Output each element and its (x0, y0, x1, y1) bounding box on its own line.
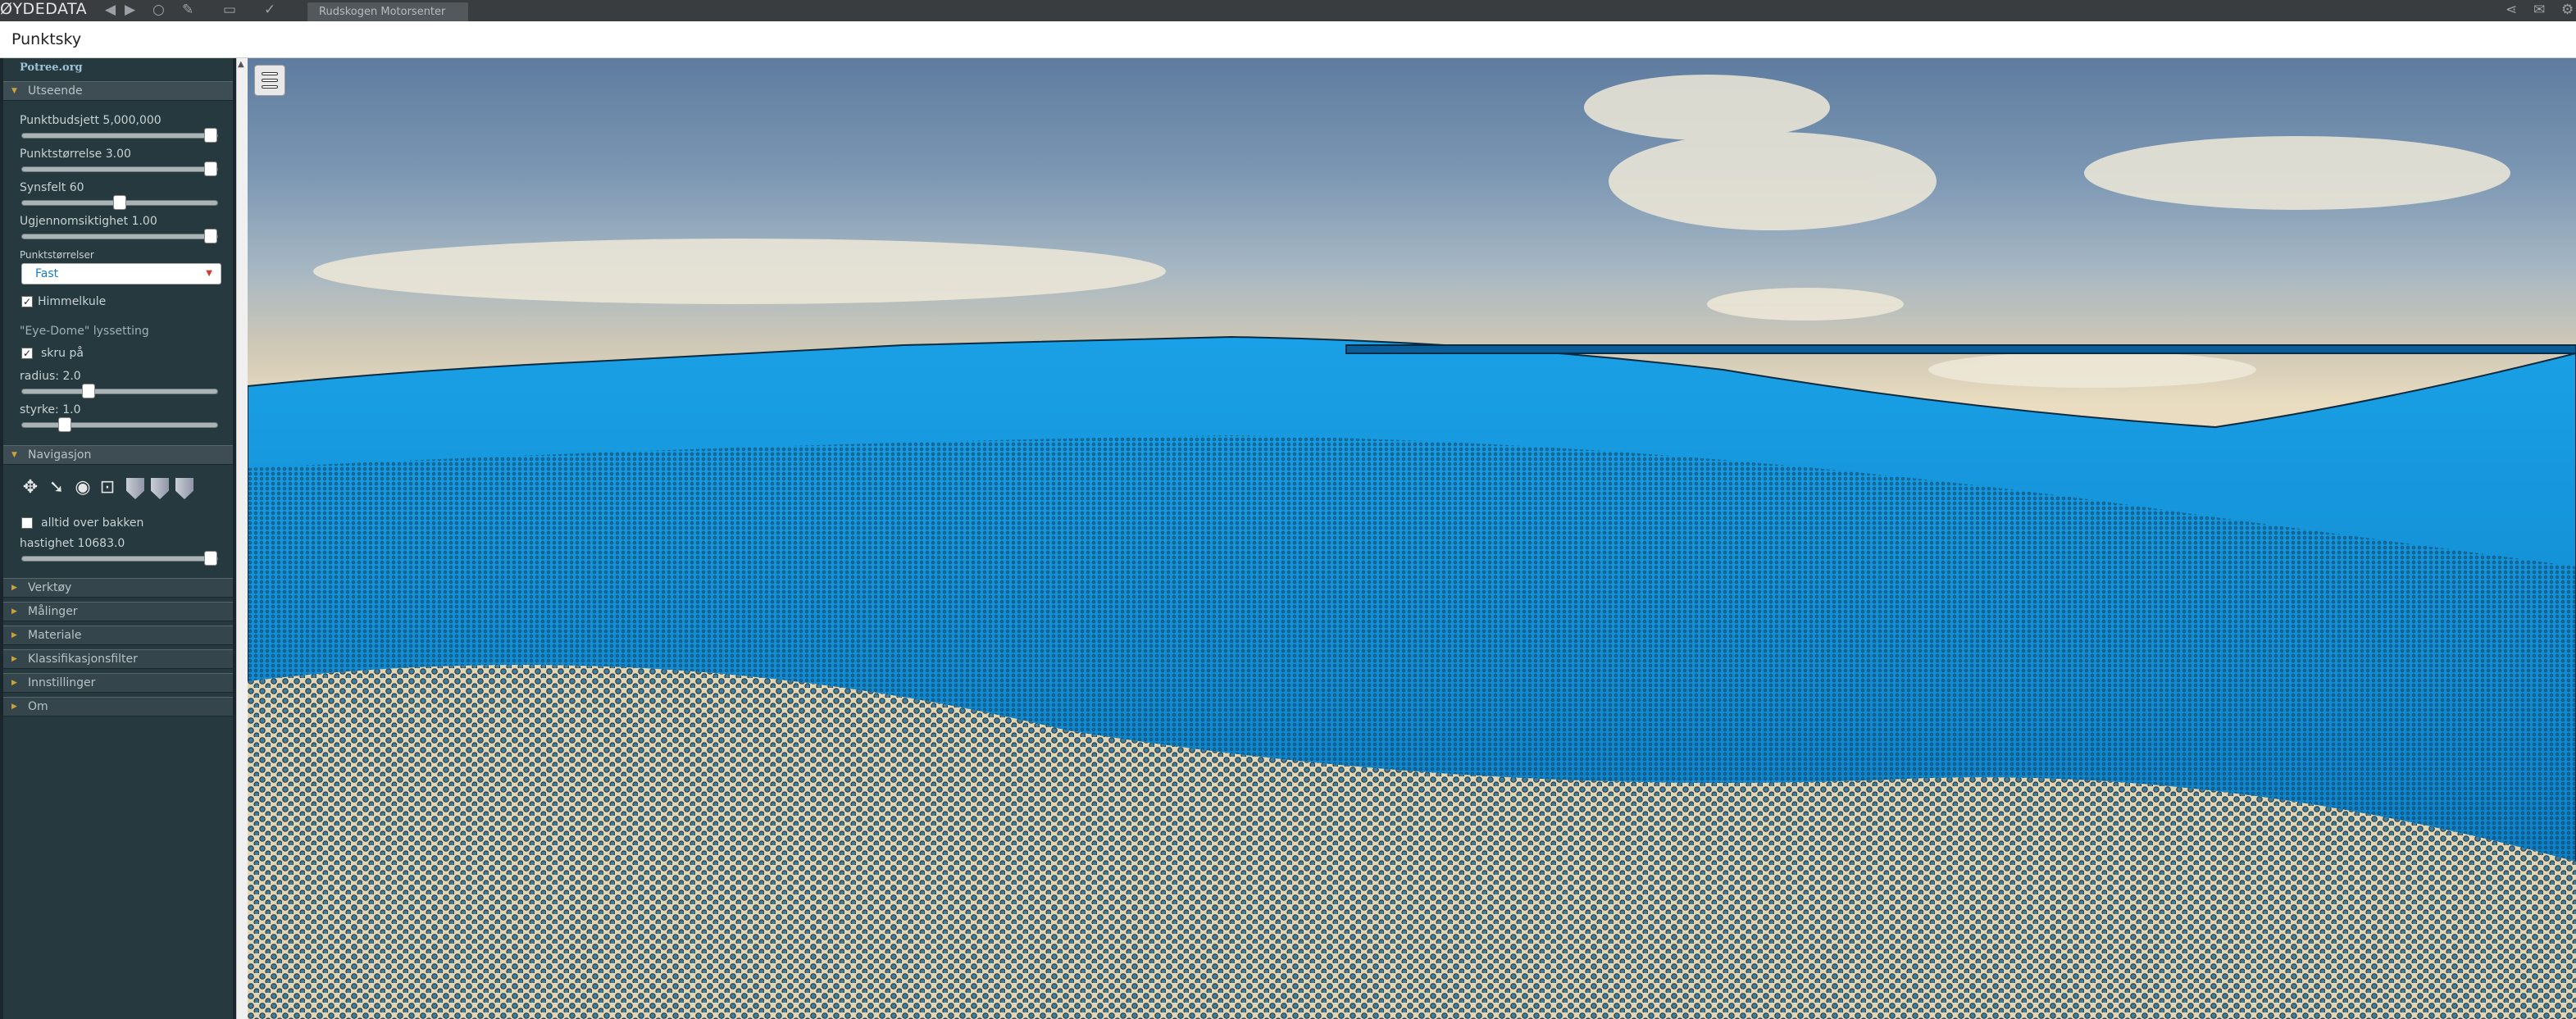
forward-arrow-icon[interactable]: ▶ (125, 2, 135, 18)
edl-strength-label: styrke: 1.0 (20, 403, 81, 416)
point-sizing-select[interactable]: Fast ▼ (21, 263, 221, 284)
fly-control-icon[interactable]: ➘ (46, 476, 67, 499)
left-view-icon[interactable] (126, 478, 144, 499)
speed-slider[interactable] (21, 551, 218, 566)
edl-radius-label: radius: 2.0 (20, 370, 81, 383)
sidebar-panel: Potree.org ▼ Utseende Punktbudsjett 5,00… (3, 58, 233, 1019)
sky-clouds (313, 75, 2510, 388)
pencil-icon[interactable]: ✎ (182, 2, 193, 18)
back-arrow-icon[interactable]: ◀ (105, 2, 116, 18)
point-sizing-label: Punktstørrelser (20, 249, 94, 261)
section-about[interactable]: ▶ Om (3, 697, 233, 716)
share-icon[interactable]: ⋖ (2505, 2, 2517, 18)
section-tools-label: Verktøy (28, 581, 72, 594)
fov-label: Synsfelt 60 (20, 181, 84, 194)
section-arrow-icon: ▼ (11, 87, 17, 95)
front-view-icon[interactable] (151, 478, 169, 499)
section-appearance[interactable]: ▼ Utseende (3, 81, 233, 101)
print-icon[interactable]: ▭ (223, 2, 236, 18)
layer-tab[interactable]: Rudskogen Motorsenter (307, 2, 468, 21)
section-settings-label: Innstillinger (28, 676, 96, 689)
slider-thumb[interactable] (113, 195, 126, 210)
section-navigation[interactable]: ▼ Navigasjon (3, 445, 233, 465)
orbit-control-icon[interactable]: ◉ (72, 476, 93, 499)
section-classification-label: Klassifikasjonsfilter (28, 653, 138, 666)
section-arrow-icon: ▶ (11, 631, 17, 639)
section-material-label: Materiale (28, 629, 82, 642)
section-arrow-icon: ▼ (11, 451, 17, 459)
point-budget-label: Punktbudsjett 5,000,000 (20, 114, 162, 127)
point-size-label: Punktstørrelse 3.00 (20, 148, 131, 161)
section-classification[interactable]: ▶ Klassifikasjonsfilter (3, 649, 233, 669)
opacity-label: Ugjennomsiktighet 1.00 (20, 215, 157, 228)
edl-radius-slider[interactable] (21, 384, 218, 398)
focus-control-icon[interactable]: ⊡ (97, 476, 118, 499)
point-cloud-render (248, 75, 2576, 1019)
slider-thumb[interactable] (204, 161, 217, 176)
chevron-down-icon: ▼ (206, 269, 212, 278)
section-arrow-icon: ▶ (11, 607, 17, 616)
fov-slider[interactable] (21, 195, 218, 210)
section-about-label: Om (28, 700, 48, 713)
section-measurements[interactable]: ▶ Målinger (3, 602, 233, 621)
slider-thumb[interactable] (82, 384, 95, 398)
slider-thumb[interactable] (204, 551, 217, 566)
brand-logo: ØYDEDATA (0, 0, 88, 18)
section-appearance-label: Utseende (28, 84, 83, 98)
measure-icon[interactable]: ✓ (264, 2, 275, 18)
settings-icon[interactable]: ⚙ (2561, 2, 2574, 18)
point-size-slider[interactable] (21, 161, 218, 176)
edl-enable-label: skru på (41, 347, 84, 360)
section-tools[interactable]: ▶ Verktøy (3, 578, 233, 598)
section-arrow-icon: ▶ (11, 655, 17, 663)
dialog-title-bar: Punktsky (0, 21, 2576, 58)
earth-control-icon[interactable]: ✥ (20, 476, 41, 499)
search-icon[interactable]: ○ (152, 2, 165, 18)
edl-heading: "Eye-Dome" lyssetting (20, 325, 149, 338)
point-cloud-viewport[interactable] (248, 58, 2576, 1019)
edl-strength-slider[interactable] (21, 417, 218, 432)
potree-link[interactable]: Potree.org (20, 61, 83, 74)
top-view-icon[interactable] (175, 478, 193, 499)
section-navigation-label: Navigasjon (28, 448, 92, 462)
slider-thumb[interactable] (204, 128, 217, 143)
dialog-title: Punktsky (11, 30, 82, 48)
section-settings[interactable]: ▶ Innstillinger (3, 673, 233, 693)
section-material[interactable]: ▶ Materiale (3, 626, 233, 645)
section-measurements-label: Målinger (28, 605, 78, 618)
mail-icon[interactable]: ✉ (2533, 2, 2545, 18)
section-arrow-icon: ▶ (11, 584, 17, 592)
app-top-bar: ØYDEDATA ◀ ▶ ○ ✎ ▭ ✓ Rudskogen Motorsent… (0, 0, 2576, 21)
scroll-up-icon[interactable]: ▲ (238, 60, 244, 70)
sidebar-toggle-button[interactable] (254, 65, 285, 96)
slider-thumb[interactable] (204, 229, 217, 243)
section-arrow-icon: ▶ (11, 679, 17, 687)
skybox-checkbox[interactable]: ✓ (21, 296, 33, 307)
skybox-label: Himmelkule (38, 295, 107, 308)
point-sizing-value: Fast (35, 267, 59, 280)
potree-sidebar: Potree.org ▼ Utseende Punktbudsjett 5,00… (0, 58, 236, 1019)
point-budget-slider[interactable] (21, 128, 218, 143)
edl-enable-checkbox[interactable]: ✓ (21, 348, 33, 359)
always-above-ground-checkbox[interactable] (21, 517, 33, 529)
section-arrow-icon: ▶ (11, 703, 17, 711)
speed-label: hastighet 10683.0 (20, 537, 125, 550)
always-above-ground-label: alltid over bakken (41, 516, 144, 530)
sidebar-scrollbar[interactable]: ▲ (236, 58, 248, 1019)
opacity-slider[interactable] (21, 229, 218, 243)
horizon-strip (1345, 344, 2576, 354)
slider-thumb[interactable] (58, 417, 71, 432)
